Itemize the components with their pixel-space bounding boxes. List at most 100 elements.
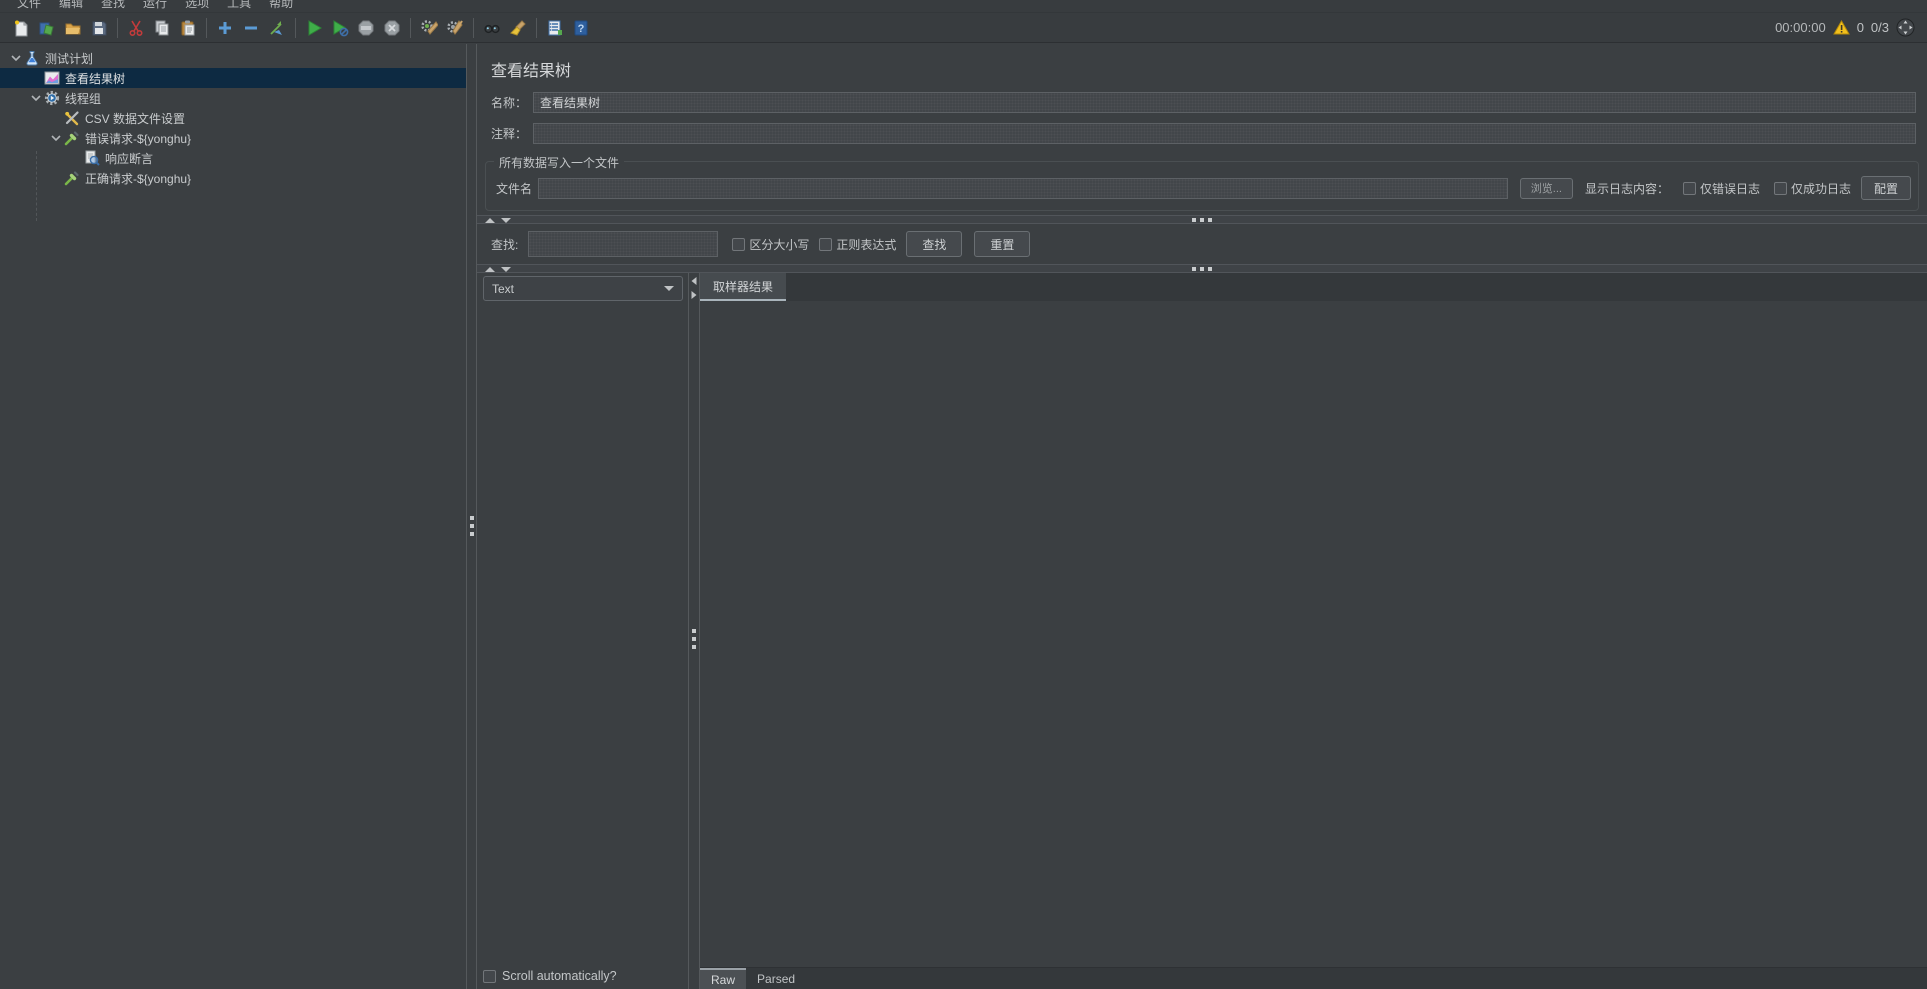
tab-parsed[interactable]: Parsed — [746, 968, 806, 989]
collapse-up-icon[interactable] — [485, 218, 495, 223]
splitter-grip[interactable] — [1192, 218, 1212, 222]
tree-item-label: CSV 数据文件设置 — [85, 110, 193, 127]
tree-item-label: 响应断言 — [105, 150, 161, 167]
sampler-result-pane: 取样器结果 Raw Parsed — [700, 273, 1927, 989]
filename-input[interactable] — [538, 178, 1508, 199]
function-helper-icon[interactable] — [542, 16, 568, 40]
elapsed-timer: 00:00:00 — [1775, 20, 1826, 35]
raw-parsed-tab-bar: Raw Parsed — [700, 967, 1927, 989]
response-assertion-icon — [84, 150, 100, 166]
sampler-result-content — [700, 301, 1927, 967]
new-file-icon[interactable] — [8, 16, 34, 40]
splitter-grip[interactable] — [470, 516, 474, 536]
threads-indicator-icon[interactable] — [1896, 18, 1915, 37]
splitter-collapse-buttons — [692, 277, 697, 299]
splitter-grip[interactable] — [1192, 267, 1212, 271]
toolbar-separator — [295, 18, 296, 38]
toolbar-separator — [206, 18, 207, 38]
collapse-right-icon[interactable] — [692, 291, 697, 299]
save-icon[interactable] — [86, 16, 112, 40]
regex-label: 正则表达式 — [836, 236, 896, 253]
warning-count: 0 — [1857, 20, 1864, 35]
remote-shutdown-all-icon[interactable] — [442, 16, 468, 40]
comment-input[interactable] — [533, 123, 1916, 144]
menu-tools[interactable]: 工具 — [218, 0, 260, 12]
menu-search[interactable]: 查找 — [92, 0, 134, 12]
collapse-left-icon[interactable] — [692, 277, 697, 285]
configure-button[interactable]: 配置 — [1861, 176, 1911, 200]
menu-options[interactable]: 选项 — [176, 0, 218, 12]
results-splitter-top[interactable] — [477, 215, 1927, 224]
toolbar: ? 00:00:00 0 0/3 — [0, 13, 1927, 43]
name-row: 名称： — [491, 92, 1916, 113]
results-splitter-bottom[interactable] — [477, 264, 1927, 273]
tree-item-error-request[interactable]: 错误请求-${yonghu} — [0, 128, 466, 148]
warning-icon[interactable] — [1833, 20, 1850, 35]
paste-icon[interactable] — [175, 16, 201, 40]
case-sensitive-label: 区分大小写 — [749, 236, 809, 253]
http-sampler-icon — [64, 130, 80, 146]
splitter-collapse-buttons — [485, 218, 511, 223]
errors-only-checkbox[interactable] — [1683, 182, 1696, 195]
expander-icon[interactable] — [8, 50, 24, 66]
tree-item-csv-data-set[interactable]: CSV 数据文件设置 — [0, 108, 466, 128]
splitter-grip[interactable] — [692, 629, 696, 649]
browse-button[interactable]: 浏览... — [1520, 178, 1573, 199]
test-plan-tree: 测试计划 查看结果树 线程组 CSV 数据文件设置 — [0, 44, 466, 989]
reset-button[interactable]: 重置 — [974, 231, 1030, 257]
case-sensitive-checkbox[interactable] — [732, 238, 745, 251]
collapse-down-icon[interactable] — [501, 218, 511, 223]
renderer-select[interactable]: Text — [483, 276, 683, 301]
stop-icon[interactable] — [353, 16, 379, 40]
start-icon[interactable] — [301, 16, 327, 40]
success-only-checkbox[interactable] — [1774, 182, 1787, 195]
name-input[interactable] — [533, 92, 1916, 113]
shutdown-icon[interactable] — [379, 16, 405, 40]
write-results-group: 所有数据写入一个文件 文件名 浏览... 显示日志内容： 仅错误日志 仅成功日志… — [485, 161, 1919, 211]
clear-all-icon[interactable] — [505, 16, 531, 40]
tree-item-response-assertion[interactable]: 响应断言 — [0, 148, 466, 168]
expander-icon[interactable] — [28, 90, 44, 106]
tree-item-test-plan[interactable]: 测试计划 — [0, 48, 466, 68]
tree-main-splitter[interactable] — [466, 44, 477, 989]
http-sampler-icon — [64, 170, 80, 186]
expander-icon[interactable] — [48, 130, 64, 146]
test-plan-icon — [24, 50, 40, 66]
renderer-result-splitter[interactable] — [688, 273, 700, 989]
tree-item-label: 线程组 — [65, 90, 109, 107]
open-file-icon[interactable] — [60, 16, 86, 40]
menu-run[interactable]: 运行 — [134, 0, 176, 12]
tree-item-correct-request[interactable]: 正确请求-${yonghu} — [0, 168, 466, 188]
menu-edit[interactable]: 编辑 — [50, 0, 92, 12]
menu-help[interactable]: 帮助 — [260, 0, 302, 12]
toggle-icon[interactable] — [264, 16, 290, 40]
remote-start-all-icon[interactable] — [416, 16, 442, 40]
scroll-automatically-label: Scroll automatically? — [502, 969, 617, 983]
start-no-pauses-icon[interactable] — [327, 16, 353, 40]
remove-icon[interactable] — [238, 16, 264, 40]
add-icon[interactable] — [212, 16, 238, 40]
search-icon[interactable] — [479, 16, 505, 40]
collapse-up-icon[interactable] — [485, 267, 495, 272]
tree-item-view-results-tree[interactable]: 查看结果树 — [0, 68, 466, 88]
collapse-down-icon[interactable] — [501, 267, 511, 272]
tab-sampler-result[interactable]: 取样器结果 — [700, 273, 786, 301]
tree-item-label: 测试计划 — [45, 50, 101, 67]
tab-raw[interactable]: Raw — [700, 968, 746, 989]
csv-data-set-icon — [64, 110, 80, 126]
cut-icon[interactable] — [123, 16, 149, 40]
tree-item-label: 正确请求-${yonghu} — [85, 170, 199, 187]
find-button[interactable]: 查找 — [906, 231, 962, 257]
copy-icon[interactable] — [149, 16, 175, 40]
menu-file[interactable]: 文件 — [8, 0, 50, 12]
open-templates-icon[interactable] — [34, 16, 60, 40]
scroll-automatically-checkbox[interactable] — [483, 970, 496, 983]
result-tab-bar: 取样器结果 — [700, 273, 1927, 301]
search-input[interactable] — [528, 231, 718, 257]
scroll-automatically-row: Scroll automatically? — [483, 963, 683, 989]
tree-item-thread-group[interactable]: 线程组 — [0, 88, 466, 108]
panel-title: 查看结果树 — [477, 44, 1927, 87]
regex-checkbox[interactable] — [819, 238, 832, 251]
help-icon[interactable]: ? — [568, 16, 594, 40]
renderer-value: Text — [492, 282, 514, 296]
